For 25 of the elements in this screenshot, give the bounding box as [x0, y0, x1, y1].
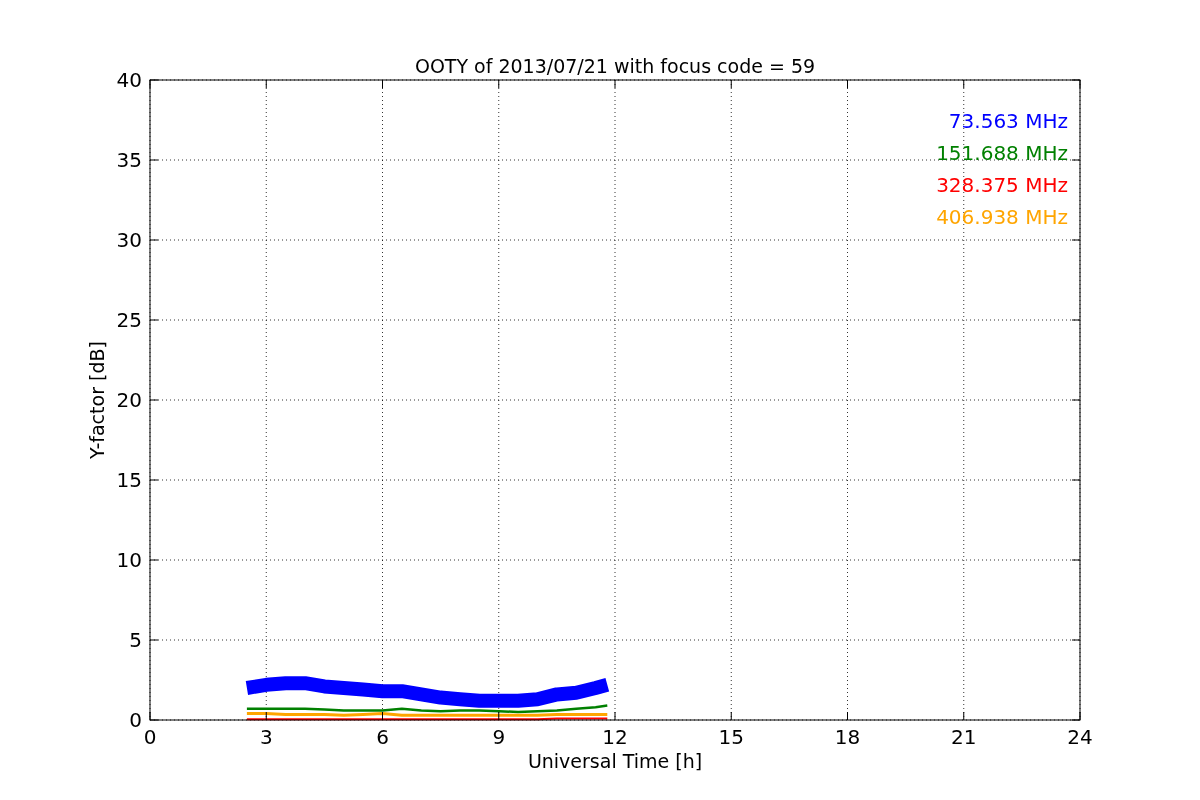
x-tick-label: 15 [718, 725, 744, 749]
x-axis-label: Universal Time [h] [527, 750, 703, 772]
x-tick-label: 18 [834, 725, 861, 749]
x-tick-label: 12 [602, 725, 628, 749]
y-tick-label: 10 [116, 548, 142, 572]
x-tick-label: 9 [492, 725, 506, 749]
x-tick-label: 3 [259, 725, 273, 749]
legend-label: 328.375 MHz [936, 173, 1068, 197]
y-tick-label: 20 [116, 388, 142, 412]
legend-label: 151.688 MHz [936, 141, 1068, 165]
legend-label: 73.563 MHz [948, 109, 1068, 133]
x-tick-label: 0 [143, 725, 157, 749]
y-tick-label: 15 [116, 468, 142, 492]
y-tick-label: 35 [116, 148, 142, 172]
y-tick-label: 0 [129, 708, 142, 732]
y-tick-label: 25 [116, 308, 142, 332]
y-axis-label: Y-factor [dB] [86, 341, 108, 459]
x-tick-label: 21 [951, 725, 977, 749]
chart-title: OOTY of 2013/07/21 with focus code = 59 [414, 55, 816, 77]
x-tick-label: 6 [376, 725, 389, 749]
legend-label: 406.938 MHz [936, 205, 1068, 229]
y-tick-label: 5 [129, 628, 142, 652]
y-tick-label: 40 [116, 68, 142, 92]
y-tick-label: 30 [116, 228, 142, 252]
x-tick-label: 24 [1067, 725, 1093, 749]
